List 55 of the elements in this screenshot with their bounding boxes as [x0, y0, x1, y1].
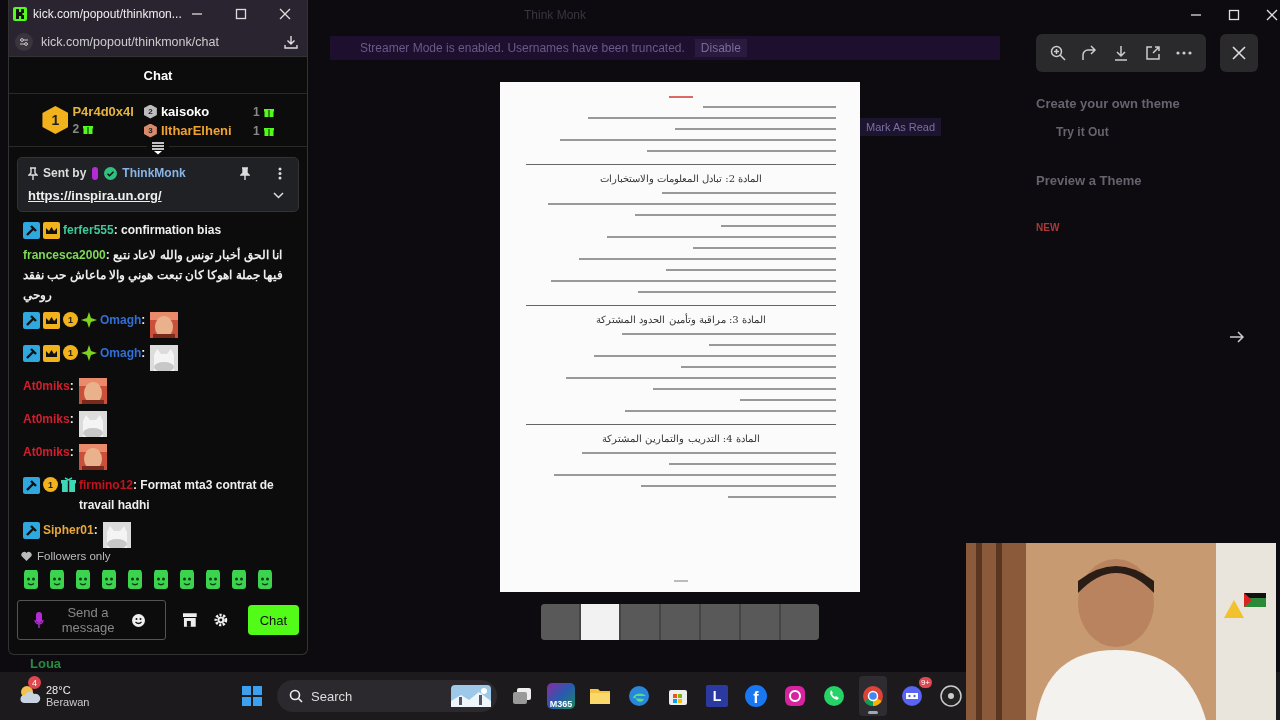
- chat-message: Omagh:: [100, 312, 146, 329]
- username[interactable]: francesca2000: [23, 248, 106, 262]
- rank-badge: 3: [143, 123, 157, 138]
- subscriber-badge: 1: [43, 477, 58, 492]
- chat-message: ferfer555: confirmation bias: [63, 222, 222, 239]
- subscriber-badge: 1: [63, 345, 78, 360]
- subscriber-badge: 1: [63, 312, 78, 327]
- chat-message: At0miks:: [23, 378, 74, 395]
- username[interactable]: P4r4d0x4l: [72, 104, 134, 119]
- username[interactable]: IltharElheni: [160, 123, 249, 138]
- chat-mode-label: Followers only: [37, 550, 111, 562]
- gift-count: 1: [252, 104, 260, 119]
- gift-count: 1: [252, 123, 260, 138]
- app-icon[interactable]: f: [745, 685, 767, 707]
- rank-badge: 1: [42, 106, 69, 134]
- chat-message: Sipher01:: [43, 522, 98, 539]
- temperature: 28°C: [46, 684, 72, 696]
- message-input[interactable]: Send a message: [17, 600, 167, 640]
- chat-button[interactable]: Chat: [247, 605, 299, 635]
- link[interactable]: https://inspira.un.org/: [28, 188, 162, 203]
- username[interactable]: ferfer555: [63, 223, 114, 237]
- section-heading: المادة 3: مراقبة وتأمين الحدود المشتركة: [595, 314, 767, 325]
- app-icon[interactable]: L: [706, 685, 728, 707]
- chat-message: Omagh:: [100, 345, 146, 362]
- chat-heading: Chat: [9, 57, 307, 94]
- try-button[interactable]: Try it Out: [1036, 125, 1109, 139]
- notification-badge: 4: [28, 676, 41, 689]
- username[interactable]: At0miks: [23, 379, 70, 393]
- chat-message: At0miks:: [23, 411, 74, 428]
- chat-message: At0miks:: [23, 444, 74, 461]
- username[interactable]: kaisoko: [160, 104, 249, 119]
- weather-condition: Berawan: [46, 696, 90, 708]
- search-field[interactable]: Search: [277, 680, 497, 712]
- address-text: kick.com/popout/thinkmonk/chat: [41, 35, 220, 50]
- gift-count: 2: [72, 122, 80, 136]
- section-heading: المادة 2: تبادل المعلومات والاستخبارات: [598, 173, 764, 184]
- username[interactable]: ThinkMonk: [122, 166, 186, 180]
- channel-name: Loua: [30, 657, 62, 671]
- mark-read-button[interactable]: Mark As Read: [860, 118, 942, 136]
- new-label: NEW: [1036, 222, 1060, 233]
- app-icon[interactable]: M365: [547, 683, 575, 709]
- window-title: kick.com/popout/thinkmon...: [33, 7, 183, 22]
- panel-heading: Preview a Theme: [1036, 173, 1142, 188]
- panel-heading: Create your own theme: [1036, 96, 1180, 111]
- banner-text: Streamer Mode is enabled. Usernames have been truncated.: [360, 41, 685, 55]
- chat-message: firmino12: Format mta3 contrat de travail hadhi: [79, 477, 275, 514]
- section-heading: المادة 4: التدريب والتمارين المشتركة: [601, 433, 761, 444]
- sent-by-label: Sent by: [43, 166, 87, 180]
- username[interactable]: firmino12: [79, 478, 133, 492]
- notification-badge: 9+: [918, 677, 932, 688]
- username[interactable]: Sipher01: [43, 523, 94, 537]
- username[interactable]: At0miks: [23, 445, 70, 459]
- rank-badge: 2: [143, 104, 157, 119]
- username[interactable]: At0miks: [23, 412, 70, 426]
- disable-button[interactable]: Disable: [694, 39, 747, 57]
